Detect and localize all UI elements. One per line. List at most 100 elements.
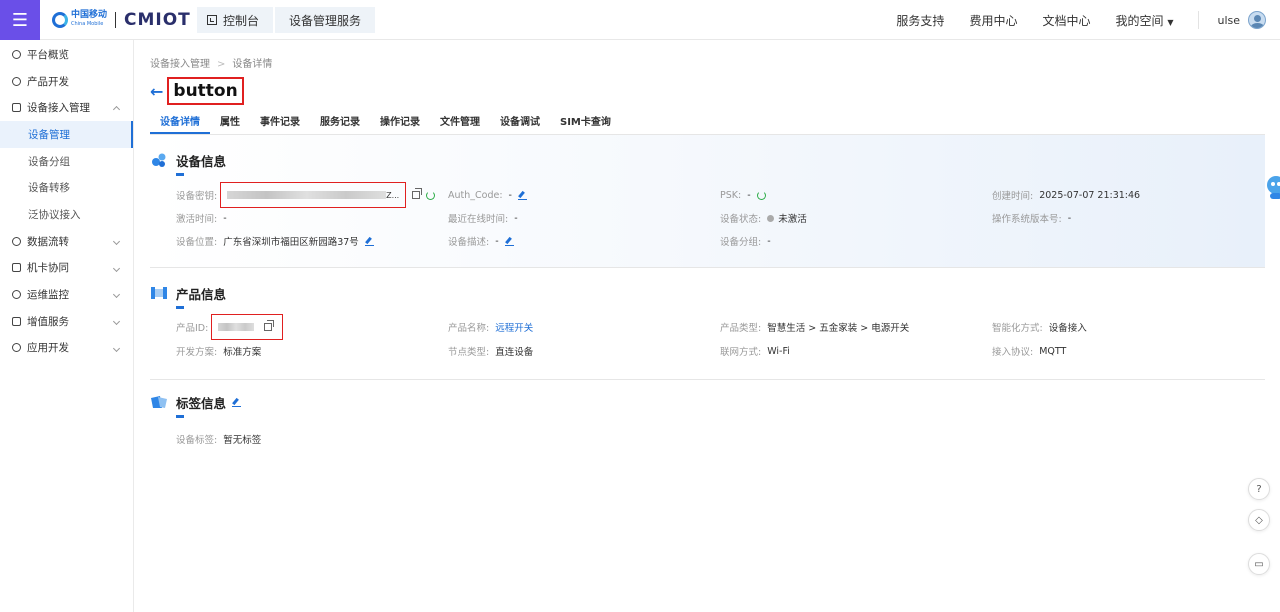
sidebar-item-device-transfer[interactable]: 设备转移: [0, 174, 133, 201]
device-status-field: 设备状态: 未激活: [720, 211, 807, 225]
console-tab[interactable]: 控制台: [197, 7, 274, 33]
device-desc-field: 设备描述: -: [448, 234, 514, 248]
main-content: 设备接入管理 > 设备详情 ← button 设备详情 属性 事件记录 服务记录 操…: [135, 40, 1280, 612]
sidebar: 平台概览 产品开发 设备接入管理 设备管理 设备分组 设备转移 泛协议接入 数据…: [0, 40, 134, 612]
sidebar-item-device-manage[interactable]: 设备管理: [0, 121, 133, 148]
device-icon: [12, 103, 21, 113]
protocol-field: 接入协议: MQTT: [992, 345, 1067, 359]
os-version-field: 操作系统版本号: -: [992, 212, 1072, 226]
dashboard-icon: [12, 49, 21, 59]
assistant-robot-icon[interactable]: [1264, 171, 1280, 207]
node-type-field: 节点类型: 直连设备: [448, 347, 534, 358]
product-info-header: 产品信息: [150, 283, 226, 303]
card-icon: [12, 263, 21, 273]
china-mobile-logo: 中国移动 China Mobile: [52, 11, 107, 29]
sidebar-item-overview[interactable]: 平台概览: [0, 41, 133, 68]
tab-files[interactable]: 文件管理: [430, 116, 490, 134]
product-type-field: 产品类型: 智慧生活 > 五金家装 > 电源开关: [720, 323, 910, 334]
breadcrumb-device-detail: 设备详情: [232, 59, 273, 70]
tab-services[interactable]: 服务记录: [310, 116, 370, 134]
auth-code-field: Auth_Code: -: [448, 188, 527, 202]
product-id-highlight: [211, 314, 284, 340]
sidebar-item-product-dev[interactable]: 产品开发: [0, 68, 133, 95]
device-service-tab-label: 设备管理服务: [289, 13, 362, 28]
tab-properties[interactable]: 属性: [210, 116, 250, 134]
chevron-down-icon: [112, 317, 121, 325]
tab-operations[interactable]: 操作记录: [370, 116, 430, 134]
header-crumb-tabs: 控制台 设备管理服务: [197, 7, 376, 33]
logo-cn: 中国移动: [71, 10, 108, 20]
edit-icon[interactable]: [232, 398, 242, 407]
device-key-highlight: Z...: [220, 182, 407, 208]
product-box-icon: [150, 285, 168, 301]
network-field: 联网方式: Wi-Fi: [720, 345, 790, 359]
tab-debug[interactable]: 设备调试: [490, 116, 550, 134]
nav-service-support[interactable]: 服务支持: [896, 12, 944, 29]
logo[interactable]: 中国移动 China Mobile CMIOT: [52, 9, 191, 31]
sidebar-item-monitor[interactable]: 运维监控: [0, 281, 133, 308]
sidebar-item-device-group[interactable]: 设备分组: [0, 148, 133, 175]
sidebar-item-device-access[interactable]: 设备接入管理: [0, 94, 133, 121]
top-bar: ☰ 中国移动 China Mobile CMIOT 控制台 设备管理服务 服务支…: [0, 0, 1280, 40]
app-icon: [12, 343, 21, 353]
device-info-header: 设备信息: [150, 150, 226, 170]
detail-tabs: 设备详情 属性 事件记录 服务记录 操作记录 文件管理 设备调试 SIM卡查询: [150, 116, 621, 136]
chevron-down-icon: [112, 237, 121, 245]
console-tab-label: 控制台: [223, 13, 260, 28]
product-icon: [12, 76, 21, 86]
tab-sim[interactable]: SIM卡查询: [550, 116, 621, 134]
menu-icon[interactable]: ☰: [0, 0, 40, 40]
dev-plan-field: 开发方案: 标准方案: [176, 347, 262, 358]
product-id-field: 产品ID:: [176, 314, 284, 340]
device-key-field: 设备密钥: Z...: [176, 182, 436, 208]
chevron-up-icon: [112, 106, 121, 114]
message-icon[interactable]: ▭: [1248, 553, 1270, 575]
refresh-icon[interactable]: [756, 190, 766, 200]
share-icon[interactable]: ◇: [1248, 509, 1270, 531]
nav-billing-center[interactable]: 费用中心: [969, 12, 1017, 29]
edit-icon[interactable]: [364, 237, 374, 246]
help-icon[interactable]: ?: [1248, 478, 1270, 500]
nav-docs-center[interactable]: 文档中心: [1042, 12, 1090, 29]
tag-icon: [150, 394, 168, 410]
username[interactable]: ulse: [1217, 14, 1240, 27]
tag-info-title: 标签信息: [176, 395, 227, 411]
sidebar-item-generic-protocol[interactable]: 泛协议接入: [0, 201, 133, 228]
copy-icon[interactable]: [264, 320, 275, 331]
back-arrow-icon[interactable]: ←: [150, 82, 163, 101]
status-dot-icon: [767, 214, 775, 222]
dataflow-icon: [12, 236, 21, 246]
tab-device-detail[interactable]: 设备详情: [150, 116, 210, 134]
nav-my-space[interactable]: 我的空间 ▼: [1115, 12, 1173, 29]
top-right-nav: 服务支持 费用中心 文档中心 我的空间 ▼ ulse: [896, 0, 1280, 40]
sidebar-item-dataflow[interactable]: 数据流转: [0, 228, 133, 255]
cmiot-logo: CMIOT: [124, 10, 191, 30]
refresh-icon[interactable]: [426, 190, 436, 200]
sidebar-item-value-added[interactable]: 增值服务: [0, 308, 133, 335]
caret-down-icon: ▼: [1167, 17, 1174, 27]
title-row: ← button: [150, 77, 244, 105]
avatar[interactable]: [1248, 11, 1266, 29]
smart-mode-field: 智能化方式: 设备接入: [992, 323, 1087, 334]
activate-time-field: 激活时间: -: [176, 212, 227, 226]
china-mobile-logo-icon: [52, 12, 68, 28]
sidebar-item-card[interactable]: 机卡协同: [0, 255, 133, 282]
copy-icon[interactable]: [412, 188, 423, 199]
edit-icon[interactable]: [517, 191, 527, 200]
chevron-down-icon: [112, 264, 121, 272]
product-name-link[interactable]: 远程开关: [495, 320, 533, 334]
product-id-masked: [218, 323, 255, 331]
device-service-tab[interactable]: 设备管理服务: [275, 7, 376, 33]
value-icon: [12, 316, 21, 326]
console-icon: [207, 15, 217, 25]
sidebar-item-app-dev[interactable]: 应用开发: [0, 335, 133, 362]
cubes-icon: [150, 152, 168, 168]
created-time-field: 创建时间: 2025-07-07 21:31:46: [992, 189, 1141, 203]
logo-divider: [115, 12, 117, 28]
device-key-masked: [227, 191, 387, 199]
page-title: button: [167, 77, 244, 105]
breadcrumb-device-access[interactable]: 设备接入管理: [150, 59, 210, 70]
tab-events[interactable]: 事件记录: [250, 116, 310, 134]
edit-icon[interactable]: [504, 237, 514, 246]
logo-en: China Mobile: [71, 21, 104, 27]
